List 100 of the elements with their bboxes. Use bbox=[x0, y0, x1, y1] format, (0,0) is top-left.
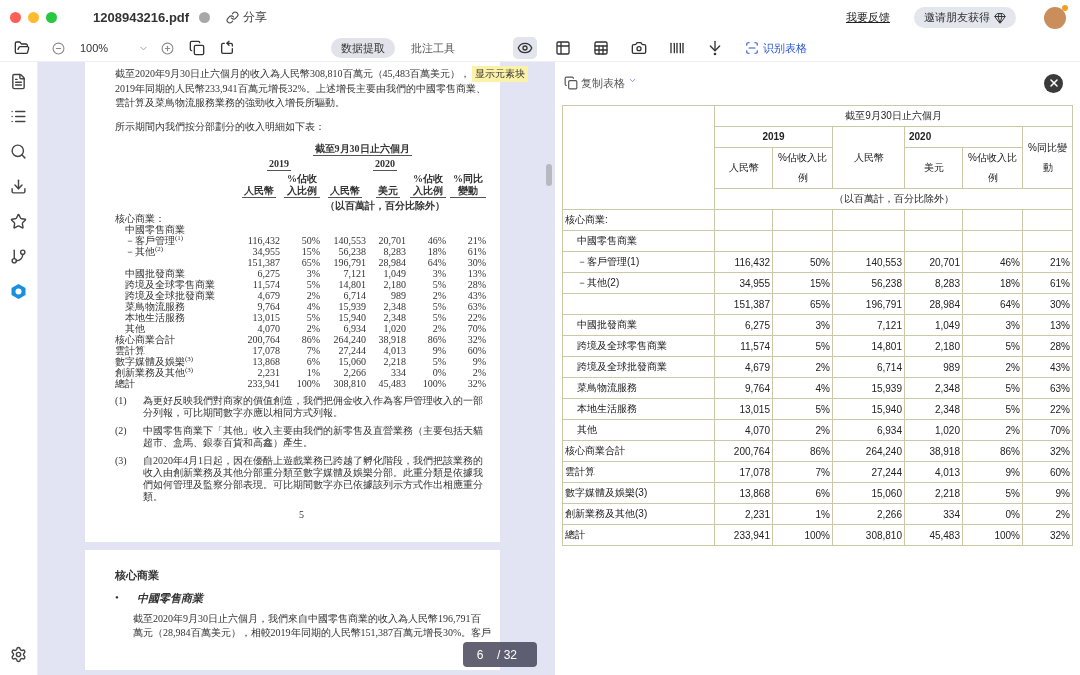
table-value: 17,078 bbox=[252, 345, 280, 356]
table-value: 100% bbox=[296, 378, 320, 389]
table-value: 7% bbox=[306, 345, 320, 356]
table-cell: 2,218 bbox=[904, 482, 963, 504]
table-value: 2,348 bbox=[383, 301, 406, 312]
recognize-table-button[interactable]: 识别表格 bbox=[741, 37, 811, 59]
table-cell: 14,801 bbox=[832, 335, 905, 357]
settings-icon bbox=[10, 645, 27, 663]
close-window-button[interactable] bbox=[10, 12, 21, 23]
table-value: 65% bbox=[301, 257, 320, 268]
table-cell: 11,574 bbox=[714, 335, 773, 357]
table-cell: 6% bbox=[772, 482, 833, 504]
table-cell: 15,060 bbox=[832, 482, 905, 504]
row-label: 總計 bbox=[115, 378, 135, 389]
feedback-link[interactable]: 我要反馈 bbox=[846, 10, 890, 25]
tooltip: 显示元素块 bbox=[472, 66, 528, 82]
file-name: 1208943216.pdf bbox=[93, 10, 190, 25]
row-label: 核心商業合計 bbox=[115, 334, 175, 345]
footnote-text: 為更好反映我們對商家的價值創造，我們把佣金收入作為客戶管理收入的一部分列報，可比期間數字亦應以相同方式列報。 bbox=[143, 395, 484, 419]
table-value: 14,801 bbox=[338, 279, 366, 290]
invite-button[interactable]: 邀请朋友获得 bbox=[914, 7, 1016, 28]
table-cell: 2,266 bbox=[832, 503, 905, 525]
table-value: 15% bbox=[301, 246, 320, 257]
table-value: 4,070 bbox=[257, 323, 280, 334]
zoom-level[interactable]: 100% bbox=[76, 42, 132, 54]
mode-tab[interactable]: 数据提取 bbox=[331, 38, 395, 58]
search-icon bbox=[10, 142, 27, 160]
table-cell: 60% bbox=[1022, 461, 1073, 483]
current-page[interactable]: 6 bbox=[463, 647, 497, 662]
column-header: 美元 bbox=[904, 147, 963, 189]
table-header: 截至9月30日止六個月 bbox=[714, 105, 1073, 127]
table-value: 264,240 bbox=[333, 334, 366, 345]
table-value: 4,013 bbox=[383, 345, 406, 356]
table-value: 5% bbox=[432, 301, 446, 312]
barcode-icon bbox=[669, 40, 685, 56]
table-value: 61% bbox=[467, 246, 486, 257]
table-cell: 45,483 bbox=[904, 524, 963, 546]
paragraph-line: 2019年同期的人民幣233,941百萬元增長32%。上述增長主要由我們的中國零售商業、 bbox=[115, 82, 486, 96]
table-cell: 28% bbox=[1022, 335, 1073, 357]
share-link[interactable]: 分享 bbox=[226, 9, 268, 26]
mode-tab[interactable]: 批注工具 bbox=[401, 38, 465, 58]
table-cell: 4,013 bbox=[904, 461, 963, 483]
scrollbar-thumb[interactable] bbox=[546, 164, 552, 186]
table-value: 6% bbox=[306, 356, 320, 367]
column-header: %同比變動 bbox=[450, 173, 486, 198]
table-cell: 2% bbox=[772, 356, 833, 378]
row-label: 跨境及全球零售商業 bbox=[125, 279, 215, 290]
table-value: 2% bbox=[472, 367, 486, 378]
row-label: 核心商業： bbox=[115, 213, 165, 224]
table-value: 2,218 bbox=[383, 356, 406, 367]
table-value: 5% bbox=[432, 312, 446, 323]
row-label: 中國零售商業 bbox=[125, 224, 185, 235]
table-value: 15,939 bbox=[338, 301, 366, 312]
avatar[interactable] bbox=[1044, 6, 1066, 29]
table-cell: 28,984 bbox=[904, 293, 963, 315]
tool-button[interactable] bbox=[513, 37, 537, 59]
table-cell: 5% bbox=[962, 482, 1023, 504]
table-cell: 17,078 bbox=[714, 461, 773, 483]
copy-table-button[interactable]: 复制表格 bbox=[564, 75, 637, 91]
table-cell: 116,432 bbox=[714, 251, 773, 273]
table-value: 32% bbox=[467, 334, 486, 345]
table-cell: 264,240 bbox=[832, 440, 905, 462]
table-value: 43% bbox=[467, 290, 486, 301]
table-cell: 7% bbox=[772, 461, 833, 483]
paragraph-line: 雲計算及菜鳥物流服務業務的強勁收入增長所驅動。 bbox=[115, 96, 345, 110]
column-header: 人民幣 bbox=[714, 147, 773, 189]
table-cell: 64% bbox=[962, 293, 1023, 315]
table-cell: 4,679 bbox=[714, 356, 773, 378]
close-button[interactable] bbox=[1044, 73, 1063, 93]
diamond-icon bbox=[994, 11, 1006, 24]
table-cell: 15% bbox=[772, 272, 833, 294]
branch-icon bbox=[10, 247, 27, 265]
table-icon bbox=[593, 40, 609, 56]
table-cell: 2,348 bbox=[904, 398, 963, 420]
paragraph-line: 截至2020年9月30日止六個月，我們來自中國零售商業的收入為人民幣196,791百 bbox=[133, 612, 481, 626]
row-label: 核心商業合計 bbox=[562, 440, 715, 462]
notification-dot bbox=[1062, 4, 1068, 11]
table-cell: 2% bbox=[962, 419, 1023, 441]
folder-icon bbox=[14, 40, 30, 56]
table-value: 22% bbox=[467, 312, 486, 323]
rotate-icon bbox=[219, 40, 235, 56]
row-label: 跨境及全球批發商業 bbox=[125, 290, 215, 301]
table-value: 7,121 bbox=[343, 268, 366, 279]
row-label: －客戶管理(1) bbox=[562, 251, 715, 273]
table-cell: 5% bbox=[772, 335, 833, 357]
table-value: 151,387 bbox=[247, 257, 280, 268]
table-value: 4,679 bbox=[257, 290, 280, 301]
table-value: 2% bbox=[432, 323, 446, 334]
table-value: 27,244 bbox=[338, 345, 366, 356]
row-label: 中國批發商業 bbox=[562, 314, 715, 336]
table-cell: 18% bbox=[962, 272, 1023, 294]
table-value: 32% bbox=[467, 378, 486, 389]
minus-icon bbox=[51, 41, 65, 55]
table-cell: 6,934 bbox=[832, 419, 905, 441]
eye-icon bbox=[517, 40, 533, 56]
table-value: 5% bbox=[306, 312, 320, 323]
table-cell: 1% bbox=[772, 503, 833, 525]
table-cell: 308,810 bbox=[832, 524, 905, 546]
table-value: 21% bbox=[467, 235, 486, 246]
table-cell: 9% bbox=[1022, 482, 1073, 504]
